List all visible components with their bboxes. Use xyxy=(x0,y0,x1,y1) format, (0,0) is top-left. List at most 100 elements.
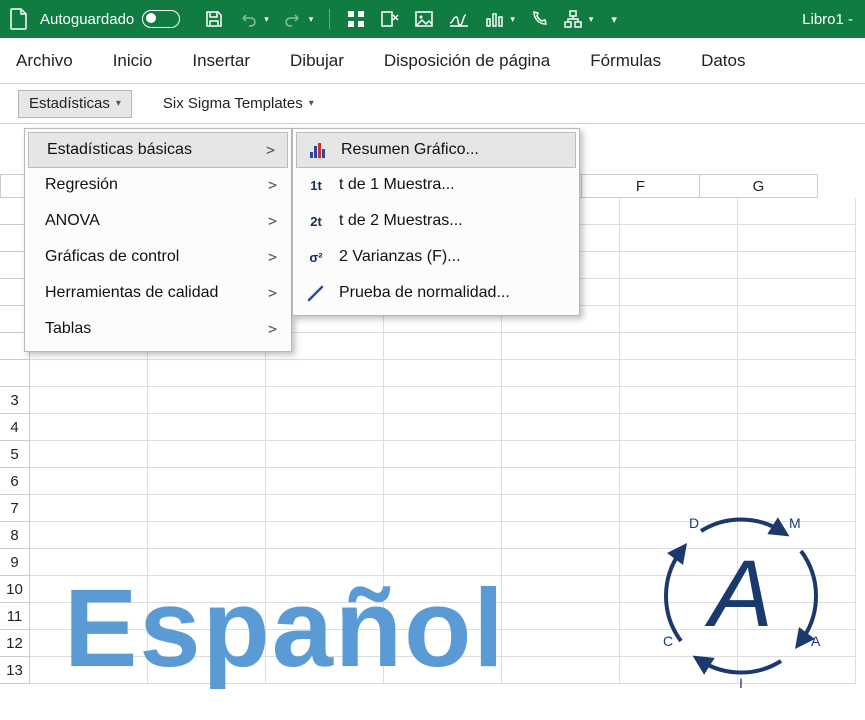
cell[interactable] xyxy=(266,522,384,549)
cell[interactable] xyxy=(266,441,384,468)
cell[interactable] xyxy=(148,414,266,441)
autosave-toggle-off-icon[interactable] xyxy=(142,10,180,28)
tab-archivo[interactable]: Archivo xyxy=(16,51,73,71)
cell[interactable] xyxy=(502,603,620,630)
cell[interactable] xyxy=(502,333,620,360)
estadisticas-dropdown[interactable]: Estadísticas ▾ xyxy=(18,90,132,118)
cell[interactable] xyxy=(620,306,738,333)
cell[interactable] xyxy=(384,522,502,549)
chart-dropdown-icon[interactable]: ▾ xyxy=(510,14,515,25)
cell[interactable] xyxy=(620,198,738,225)
cell[interactable] xyxy=(620,225,738,252)
cell[interactable] xyxy=(738,468,856,495)
row-header-10[interactable]: 10 xyxy=(0,576,30,603)
remove-column-icon[interactable] xyxy=(380,9,400,29)
row-header-12[interactable]: 12 xyxy=(0,630,30,657)
phone-icon[interactable] xyxy=(529,9,549,29)
undo-icon[interactable] xyxy=(238,9,258,29)
cell[interactable] xyxy=(266,468,384,495)
menu-herramientas-calidad[interactable]: Herramientas de calidad > xyxy=(27,275,289,311)
cell[interactable] xyxy=(148,468,266,495)
cell[interactable] xyxy=(620,387,738,414)
cell[interactable] xyxy=(502,495,620,522)
cell[interactable] xyxy=(384,441,502,468)
tab-datos[interactable]: Datos xyxy=(701,51,745,71)
menu-resumen-grafico[interactable]: Resumen Gráfico... xyxy=(296,132,576,168)
cell[interactable] xyxy=(620,441,738,468)
cell[interactable] xyxy=(738,333,856,360)
row-header-6[interactable]: 6 xyxy=(0,468,30,495)
cell[interactable] xyxy=(502,522,620,549)
cell[interactable] xyxy=(502,414,620,441)
redo-icon[interactable] xyxy=(283,9,303,29)
autosave-control[interactable]: Autoguardado xyxy=(40,10,180,28)
cell[interactable] xyxy=(266,360,384,387)
cell[interactable] xyxy=(384,468,502,495)
cell[interactable] xyxy=(620,414,738,441)
cell[interactable] xyxy=(30,360,148,387)
row-header-7[interactable]: 7 xyxy=(0,495,30,522)
row-header-8[interactable]: 8 xyxy=(0,522,30,549)
menu-anova[interactable]: ANOVA > xyxy=(27,203,289,239)
qat-customize-icon[interactable]: ▾ xyxy=(611,13,617,26)
cell[interactable] xyxy=(738,414,856,441)
menu-graficas-control[interactable]: Gráficas de control > xyxy=(27,239,289,275)
signature-icon[interactable] xyxy=(448,9,470,29)
cell[interactable] xyxy=(502,657,620,684)
network-icon[interactable] xyxy=(563,9,583,29)
network-dropdown-icon[interactable]: ▾ xyxy=(589,14,594,25)
six-sigma-templates-dropdown[interactable]: Six Sigma Templates ▾ xyxy=(152,90,325,118)
cell[interactable] xyxy=(738,360,856,387)
cell[interactable] xyxy=(148,387,266,414)
cell[interactable] xyxy=(384,360,502,387)
cell[interactable] xyxy=(620,468,738,495)
menu-regresion[interactable]: Regresión > xyxy=(27,167,289,203)
tab-disposicion[interactable]: Disposición de página xyxy=(384,51,550,71)
cell[interactable] xyxy=(30,495,148,522)
cell[interactable] xyxy=(620,279,738,306)
redo-dropdown-icon[interactable]: ▾ xyxy=(309,14,314,25)
menu-estadisticas-basicas[interactable]: Estadísticas básicas > xyxy=(28,132,288,168)
tab-formulas[interactable]: Fórmulas xyxy=(590,51,661,71)
cell[interactable] xyxy=(384,333,502,360)
row-header-3[interactable]: 3 xyxy=(0,387,30,414)
cell[interactable] xyxy=(738,306,856,333)
menu-t-1-muestra[interactable]: 1t t de 1 Muestra... xyxy=(295,167,577,203)
cell[interactable] xyxy=(502,549,620,576)
col-header-g[interactable]: G xyxy=(700,174,818,198)
tab-insertar[interactable]: Insertar xyxy=(192,51,250,71)
cell[interactable] xyxy=(738,441,856,468)
menu-prueba-normalidad[interactable]: Prueba de normalidad... xyxy=(295,275,577,311)
cell[interactable] xyxy=(502,387,620,414)
picture-icon[interactable] xyxy=(414,9,434,29)
cell[interactable] xyxy=(266,414,384,441)
menu-tablas[interactable]: Tablas > xyxy=(27,311,289,347)
cell[interactable] xyxy=(384,414,502,441)
cell[interactable] xyxy=(502,630,620,657)
cell[interactable] xyxy=(148,522,266,549)
col-header-f[interactable]: F xyxy=(582,174,700,198)
row-header-5[interactable]: 5 xyxy=(0,441,30,468)
row-header-11[interactable]: 11 xyxy=(0,603,30,630)
cell[interactable] xyxy=(620,333,738,360)
cell[interactable] xyxy=(266,495,384,522)
cell[interactable] xyxy=(738,225,856,252)
tab-dibujar[interactable]: Dibujar xyxy=(290,51,344,71)
cell[interactable] xyxy=(30,387,148,414)
tab-inicio[interactable]: Inicio xyxy=(113,51,153,71)
cell[interactable] xyxy=(502,468,620,495)
cell[interactable] xyxy=(502,441,620,468)
cell[interactable] xyxy=(30,441,148,468)
save-icon[interactable] xyxy=(204,9,224,29)
cell[interactable] xyxy=(148,495,266,522)
chart-bars-icon[interactable] xyxy=(484,9,504,29)
cell[interactable] xyxy=(620,360,738,387)
cell[interactable] xyxy=(620,252,738,279)
cell[interactable] xyxy=(148,360,266,387)
row-header-4[interactable]: 4 xyxy=(0,414,30,441)
cell[interactable] xyxy=(384,387,502,414)
cell[interactable] xyxy=(30,468,148,495)
cell[interactable] xyxy=(502,576,620,603)
cell[interactable] xyxy=(502,360,620,387)
grid-apps-icon[interactable] xyxy=(346,9,366,29)
